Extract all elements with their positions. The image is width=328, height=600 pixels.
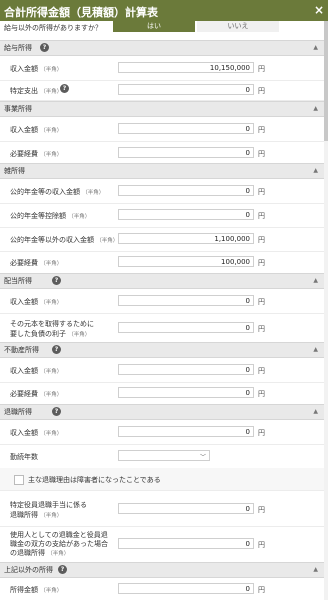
yes-toggle-button[interactable]: はい — [113, 21, 195, 32]
misc-other-income-row: 公的年金等以外の収入金額 （半角） 1,100,000 円 — [0, 227, 324, 252]
business-income-input[interactable]: 0 — [118, 123, 254, 134]
salary-income-input[interactable]: 10,150,000 — [118, 62, 254, 73]
section-business[interactable]: 事業所得 ▲ — [0, 101, 324, 117]
dividend-debt-interest-input[interactable]: 0 — [118, 322, 254, 333]
section-business-label: 事業所得 — [4, 105, 32, 113]
specified-officer-input[interactable]: 0 — [118, 503, 254, 514]
service-years-row: 勤続年数 ﹀ — [0, 444, 324, 469]
section-other-label: 上記以外の所得 — [4, 566, 53, 574]
pension-deduction-row: 公的年金等控除額 （半角） 0 円 — [0, 203, 324, 228]
help-icon[interactable]: ? — [52, 276, 61, 285]
other-income-row: 所得金額 （半角） 0 円 — [10, 583, 265, 594]
dividend-income-row: 収入金額 （半角） 0 円 — [0, 289, 324, 314]
collapse-caret-icon[interactable]: ▲ — [313, 408, 318, 415]
service-years-select[interactable]: ﹀ — [118, 450, 210, 461]
misc-expense-row: 必要経費 （半角） 100,000 円 — [0, 251, 324, 274]
both-allowances-input[interactable]: 0 — [118, 538, 254, 549]
dividend-debt-interest-row: その元本を取得するために 要した負債の利子 （半角） 0 円 — [0, 313, 324, 344]
chevron-down-icon: ﹀ — [199, 454, 206, 461]
section-dividend[interactable]: 配当所得 ? ▲ — [0, 273, 324, 289]
pension-income-input[interactable]: 0 — [118, 185, 254, 196]
other-income-question: 給与以外の所得がありますか？ — [4, 24, 102, 32]
help-icon[interactable]: ? — [52, 345, 61, 354]
retirement-income-row: 収入金額 （半角） 0 円 — [0, 420, 324, 445]
realestate-income-input[interactable]: 0 — [118, 364, 254, 375]
section-misc-label: 雑所得 — [4, 167, 25, 175]
collapse-caret-icon[interactable]: ▲ — [313, 44, 318, 51]
scrollbar[interactable] — [324, 21, 328, 600]
business-expense-input[interactable]: 0 — [118, 147, 254, 158]
close-icon[interactable]: × — [314, 3, 324, 17]
specified-officer-row: 特定役員退職手当に係る 退職所得 （半角） 0 円 — [0, 496, 324, 527]
pension-income-row: 公的年金等の収入金額 （半角） 0 円 — [0, 179, 324, 204]
collapse-caret-icon[interactable]: ▲ — [313, 277, 318, 284]
collapse-caret-icon[interactable]: ▲ — [313, 167, 318, 174]
help-icon[interactable]: ? — [40, 43, 49, 52]
realestate-expense-row: 必要経費 （半角） 0 円 — [0, 382, 324, 405]
section-dividend-label: 配当所得 — [4, 277, 32, 285]
scrollbar-thumb[interactable] — [324, 21, 328, 141]
realestate-income-row: 収入金額 （半角） 0 円 — [0, 358, 324, 383]
section-salary-label: 給与所得 — [4, 44, 32, 52]
salary-special-input[interactable]: 0 — [118, 84, 254, 95]
section-realestate[interactable]: 不動産所得 ? ▲ — [0, 342, 324, 358]
disability-row: 主な退職理由は障害者になったことである — [0, 468, 324, 491]
collapse-caret-icon[interactable]: ▲ — [313, 346, 318, 353]
misc-other-income-input[interactable]: 1,100,000 — [118, 233, 254, 244]
section-realestate-label: 不動産所得 — [4, 346, 39, 354]
section-salary[interactable]: 給与所得 ? ▲ — [0, 40, 324, 56]
dividend-income-input[interactable]: 0 — [118, 295, 254, 306]
retirement-income-input[interactable]: 0 — [118, 426, 254, 437]
collapse-caret-icon[interactable]: ▲ — [313, 566, 318, 573]
misc-expense-input[interactable]: 100,000 — [118, 256, 254, 267]
both-allowances-row: 使用人としての退職金と役員退 職金の双方の支給があった場合 の退職所得 （半角）… — [0, 526, 324, 563]
section-other[interactable]: 上記以外の所得 ? ▲ — [0, 562, 324, 578]
salary-special-row: 特定支出 （半角） ? 0 円 — [0, 80, 324, 101]
help-icon[interactable]: ? — [52, 407, 61, 416]
business-income-row: 収入金額 （半角） 0 円 — [0, 117, 324, 142]
disability-checkbox[interactable] — [14, 475, 24, 485]
section-retirement-label: 退職所得 — [4, 408, 32, 416]
disability-label: 主な退職理由は障害者になったことである — [28, 476, 161, 484]
title-bar: 合計所得金額（見積額）計算表 × — [0, 0, 328, 21]
page-title: 合計所得金額（見積額）計算表 — [4, 6, 158, 19]
realestate-expense-input[interactable]: 0 — [118, 387, 254, 398]
help-icon[interactable]: ? — [60, 84, 69, 93]
pension-deduction-input[interactable]: 0 — [118, 209, 254, 220]
other-income-input[interactable]: 0 — [118, 583, 254, 594]
section-retirement[interactable]: 退職所得 ? ▲ — [0, 404, 324, 420]
no-toggle-button[interactable]: いいえ — [197, 21, 279, 32]
section-misc[interactable]: 雑所得 ▲ — [0, 163, 324, 179]
collapse-caret-icon[interactable]: ▲ — [313, 105, 318, 112]
help-icon[interactable]: ? — [58, 565, 67, 574]
salary-income-row: 収入金額 （半角） 10,150,000 円 — [0, 56, 324, 81]
